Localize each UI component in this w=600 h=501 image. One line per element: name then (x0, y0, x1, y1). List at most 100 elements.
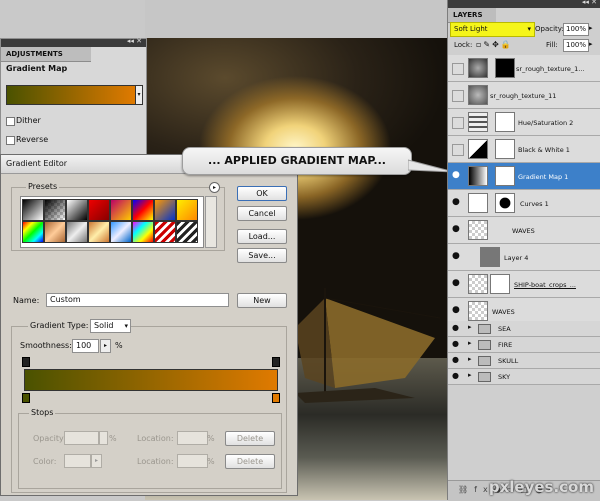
opacity-delete-button[interactable]: Delete (225, 431, 275, 446)
load-button[interactable]: Load... (237, 229, 287, 244)
layer-row[interactable]: ● Curves 1 (448, 190, 600, 217)
presets-label: Presets (26, 182, 60, 191)
opacity-location-input[interactable] (177, 431, 208, 445)
layer-group[interactable]: ● ▸ SKY (448, 369, 600, 385)
collapse-icon[interactable]: ◂◂ ✕ (127, 37, 142, 45)
layer-group[interactable]: ● ▸ FIRE (448, 337, 600, 353)
expand-arrow-icon[interactable]: ▸ (468, 355, 472, 363)
opacity-stop-left[interactable] (22, 357, 30, 367)
color-location-input[interactable] (177, 454, 208, 468)
eye-icon[interactable]: ● (452, 251, 462, 261)
layer-row[interactable]: sr_rough_texture_11 (448, 82, 600, 109)
layer-group[interactable]: ● ▸ SKULL (448, 353, 600, 369)
ok-button[interactable]: OK (237, 186, 287, 201)
gradient-bar[interactable] (24, 369, 278, 391)
preset-swatch[interactable] (110, 199, 132, 221)
preset-swatch[interactable] (66, 199, 88, 221)
eye-icon[interactable]: ● (452, 197, 462, 207)
expand-arrow-icon[interactable]: ▸ (468, 323, 472, 331)
adjustment-icon (468, 193, 488, 213)
layer-row[interactable]: sr_rough_texture_1... (448, 55, 600, 82)
fill-input[interactable]: 100% (563, 39, 589, 52)
eye-icon[interactable]: ● (452, 355, 459, 364)
visibility-toggle[interactable] (452, 90, 464, 102)
smoothness-dropdown-icon[interactable]: ▸ (100, 339, 111, 353)
lock-icons[interactable]: ▫✎✥🔒 (476, 40, 513, 49)
reverse-label: Reverse (16, 135, 49, 144)
preset-swatch[interactable] (66, 221, 88, 243)
opacity-dropdown-icon[interactable]: ▸ (589, 24, 593, 32)
color-stop-right[interactable] (272, 393, 280, 403)
expand-arrow-icon[interactable]: ▸ (468, 371, 472, 379)
visibility-toggle[interactable] (452, 117, 464, 129)
collapse-icon[interactable]: ◂◂ ✕ (582, 0, 597, 6)
adjustments-tab[interactable]: ADJUSTMENTS (1, 47, 91, 62)
color-dropdown-icon[interactable]: ▸ (91, 454, 102, 468)
eye-icon[interactable]: ● (452, 305, 462, 315)
color-swatch[interactable] (64, 454, 91, 468)
fill-dropdown-icon[interactable]: ▸ (589, 40, 593, 48)
gradient-type-select[interactable]: Solid ▾ (90, 319, 131, 333)
eye-icon[interactable]: ● (452, 278, 462, 288)
presets-grid (20, 196, 204, 248)
layer-row[interactable]: Black & White 1 (448, 136, 600, 163)
preset-swatch[interactable] (110, 221, 132, 243)
layer-name: Curves 1 (520, 200, 549, 208)
save-button[interactable]: Save... (237, 248, 287, 263)
preset-swatch[interactable] (176, 199, 198, 221)
preset-swatch[interactable] (44, 221, 66, 243)
opacity-label: Opacity: (33, 434, 66, 443)
preset-swatch[interactable] (44, 199, 66, 221)
preset-swatch[interactable] (154, 221, 176, 243)
visibility-toggle[interactable] (452, 144, 464, 156)
name-input[interactable]: Custom (46, 293, 229, 307)
presets-scrollbar[interactable] (205, 196, 217, 248)
color-delete-button[interactable]: Delete (225, 454, 275, 469)
visibility-toggle[interactable] (452, 63, 464, 75)
gradient-preview[interactable] (6, 85, 136, 105)
layer-name: SHIP-boat_crops_... (514, 281, 576, 289)
cancel-button[interactable]: Cancel (237, 206, 287, 221)
eye-icon[interactable]: ● (452, 224, 462, 234)
preset-swatch[interactable] (88, 221, 110, 243)
new-button[interactable]: New (237, 293, 287, 308)
blend-mode-select[interactable]: Soft Light ▾ (450, 22, 535, 37)
blend-mode-value: Soft Light (454, 25, 488, 33)
reverse-checkbox[interactable] (6, 136, 15, 145)
eye-icon[interactable]: ● (452, 339, 459, 348)
opacity-input[interactable] (64, 431, 99, 445)
eye-icon[interactable]: ● (452, 323, 459, 332)
preset-swatch[interactable] (22, 199, 44, 221)
layer-row[interactable]: Hue/Saturation 2 (448, 109, 600, 136)
layer-row[interactable]: ● SHIP-boat_crops_... (448, 271, 600, 298)
smoothness-input[interactable]: 100 (72, 339, 99, 353)
expand-arrow-icon[interactable]: ▸ (468, 339, 472, 347)
adjustment-icon (468, 112, 488, 132)
gradient-dropdown-arrow[interactable]: ▾ (135, 85, 143, 105)
layer-row-selected[interactable]: ● Gradient Map 1 (448, 163, 600, 190)
opacity-input[interactable]: 100% (563, 23, 589, 36)
layer-row[interactable]: ● Layer 4 (448, 244, 600, 271)
preset-swatch[interactable] (22, 221, 44, 243)
eye-icon[interactable]: ● (452, 170, 462, 180)
color-stop-left[interactable] (22, 393, 30, 403)
eye-icon[interactable]: ● (452, 371, 459, 380)
dither-checkbox[interactable] (6, 117, 15, 126)
preset-swatch[interactable] (176, 221, 198, 243)
group-name: SKY (498, 373, 511, 381)
layer-group[interactable]: ● ▸ SEA (448, 321, 600, 337)
opacity-stop-right[interactable] (272, 357, 280, 367)
presets-menu-icon[interactable]: ▸ (209, 182, 220, 193)
layers-tab[interactable]: LAYERS (448, 8, 496, 23)
dialog-title: Gradient Editor (6, 159, 68, 168)
preset-swatch[interactable] (132, 199, 154, 221)
layer-thumbnail (468, 58, 488, 78)
panel-header-bar: ◂◂ ✕ (448, 0, 600, 8)
preset-swatch[interactable] (132, 221, 154, 243)
preset-swatch[interactable] (154, 199, 176, 221)
layer-row[interactable]: ● WAVES (448, 217, 600, 244)
opacity-dropdown-icon[interactable] (99, 431, 108, 445)
preset-swatch[interactable] (88, 199, 110, 221)
layer-thumbnail (468, 85, 488, 105)
stops-group: Stops Opacity: % Location: % Delete Colo… (18, 408, 282, 489)
